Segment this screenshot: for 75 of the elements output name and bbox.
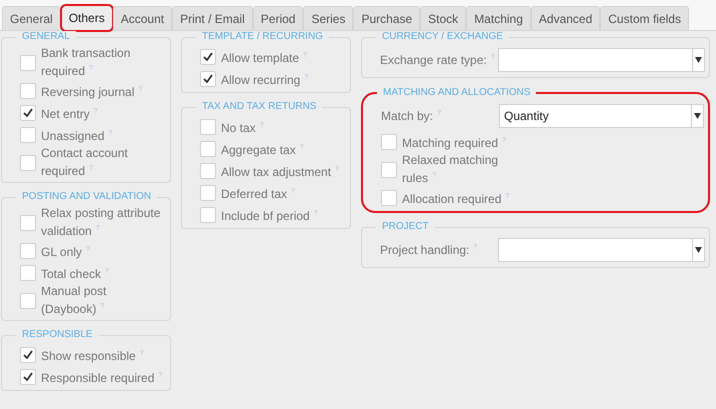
checkbox-label: Relax posting attribute validation $^{?}$ (41, 206, 162, 239)
checkbox-label: Reversing journal $^{?}$ (41, 84, 142, 100)
tab[interactable]: Purchase (353, 6, 420, 30)
caret-icon (695, 57, 702, 63)
caret-icon (695, 247, 702, 253)
checkbox-label: Show responsible $^{?}$ (41, 348, 144, 364)
checkbox[interactable] (20, 292, 36, 308)
dropdown[interactable] (498, 238, 705, 262)
checkbox-label: Net entry $^{?}$ (41, 106, 98, 122)
checkbox[interactable] (381, 162, 397, 178)
tab[interactable]: Stock (420, 6, 466, 30)
checkbox[interactable] (200, 140, 216, 156)
check-icon (23, 108, 33, 117)
checkbox[interactable] (20, 346, 36, 362)
dropdown[interactable] (498, 48, 705, 72)
checkbox-label: Allow template $^{?}$ (221, 50, 307, 66)
dropdown[interactable]: Quantity (499, 104, 704, 128)
group-title: MATCHING AND ALLOCATIONS (377, 87, 536, 98)
check-icon (203, 74, 213, 83)
checkbox[interactable] (200, 70, 216, 86)
checkbox-label: Allocation required $^{?}$ (402, 190, 510, 206)
tab[interactable]: Matching (466, 6, 531, 30)
checkbox[interactable] (200, 162, 216, 178)
field-label: Match by: $^{?}$ (381, 109, 442, 123)
checkbox-label: Contact account required $^{?}$ (41, 146, 129, 179)
checkbox-label: Total check $^{?}$ (41, 266, 109, 282)
tab[interactable]: Others (60, 5, 113, 31)
group-title: CURRENCY / EXCHANGE (376, 31, 509, 42)
tab[interactable]: General (2, 6, 61, 30)
checkbox-label: Matching required $^{?}$ (402, 134, 506, 150)
checkbox-label: Allow recurring $^{?}$ (221, 72, 308, 88)
group-title: RESPONSIBLE (16, 329, 99, 340)
checkbox-label: Manual post (Daybook) $^{?}$ (41, 284, 108, 317)
caret-icon (694, 113, 701, 119)
checkbox[interactable] (381, 190, 397, 206)
field-label: Project handling: $^{?}$ (380, 243, 478, 257)
checkbox-label: GL only $^{?}$ (41, 244, 90, 260)
tab[interactable]: Period (252, 6, 304, 30)
checkbox[interactable] (20, 104, 36, 120)
checkbox-label: Unassigned $^{?}$ (41, 128, 112, 144)
checkbox-label: Allow tax adjustment $^{?}$ (221, 164, 339, 180)
checkbox[interactable] (20, 368, 36, 384)
checkbox-label: Responsible required $^{?}$ (41, 370, 162, 386)
check-icon (203, 52, 213, 61)
tab[interactable]: Custom fields (600, 6, 689, 30)
checkbox[interactable] (20, 264, 36, 280)
group-title: TEMPLATE / RECURRING (196, 31, 329, 42)
group-title: POSTING AND VALIDATION (16, 191, 158, 202)
checkbox[interactable] (381, 134, 397, 150)
checkbox[interactable] (20, 126, 36, 142)
tab[interactable]: Account (112, 6, 172, 30)
checkbox-label: Bank transaction required $^{?}$ (41, 46, 132, 79)
checkbox-label: Relaxed matching rules $^{?}$ (402, 153, 500, 186)
checkbox-label: Aggregate tax $^{?}$ (221, 142, 304, 158)
group-title: GENERAL (16, 31, 76, 42)
tab[interactable]: Series (303, 6, 354, 30)
check-icon (23, 372, 33, 381)
checkbox-label: No tax $^{?}$ (221, 120, 264, 136)
checkbox[interactable] (200, 206, 216, 222)
tab[interactable]: Advanced (530, 6, 600, 30)
checkbox[interactable] (20, 82, 36, 98)
group-title: TAX AND TAX RETURNS (196, 101, 322, 112)
checkbox[interactable] (200, 118, 216, 134)
checkbox[interactable] (200, 184, 216, 200)
checkbox-label: Include bf period $^{?}$ (221, 208, 318, 224)
checkbox[interactable] (20, 242, 36, 258)
checkbox-label: Deferred tax $^{?}$ (221, 186, 295, 202)
group-title: PROJECT (376, 221, 435, 232)
checkbox[interactable] (20, 54, 36, 70)
checkbox[interactable] (20, 214, 36, 230)
checkbox[interactable] (200, 48, 216, 64)
field-label: Exchange rate type: $^{?}$ (380, 53, 496, 67)
checkbox[interactable] (20, 154, 36, 170)
tab[interactable]: Print / Email (172, 6, 253, 30)
check-icon (23, 350, 33, 359)
